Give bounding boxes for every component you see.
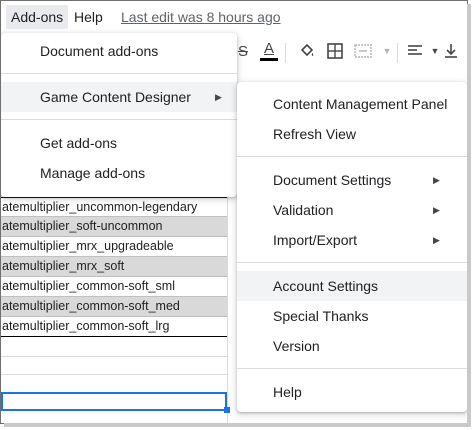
menu-item-label: Document add-ons bbox=[40, 43, 159, 59]
table-row[interactable]: atemultiplier_common-soft_lrg bbox=[1, 317, 227, 337]
toolbar-divider bbox=[285, 43, 286, 63]
text-color-swatch bbox=[260, 58, 278, 61]
menu-addons[interactable]: Add-ons bbox=[6, 5, 69, 29]
strikethrough-glyph: S bbox=[237, 42, 248, 60]
merge-cells-icon[interactable] bbox=[351, 39, 375, 63]
window-shadow bbox=[467, 4, 471, 427]
menu-item-label: Help bbox=[273, 384, 302, 400]
gridline bbox=[1, 374, 227, 375]
menu-item-label: Refresh View bbox=[273, 126, 357, 142]
game-content-designer-submenu: Content Management Panel Refresh View Do… bbox=[237, 82, 467, 412]
addons-menu: Document add-ons Game Content Designer ▶… bbox=[1, 33, 237, 197]
last-edit-link[interactable]: Last edit was 8 hours ago bbox=[121, 5, 281, 29]
menu-item-label: Version bbox=[273, 338, 320, 354]
window-shadow bbox=[4, 423, 471, 427]
table-row[interactable]: atemultiplier_uncommon-legendary bbox=[1, 197, 227, 217]
text-color-glyph: A bbox=[263, 40, 274, 57]
submenu-arrow-icon: ▶ bbox=[215, 92, 222, 102]
menu-item-label: Special Thanks bbox=[273, 308, 369, 324]
menu-item-label: Manage add-ons bbox=[40, 165, 146, 181]
menu-item-document-settings[interactable]: Document Settings ▶ bbox=[237, 165, 467, 195]
menu-item-import-export[interactable]: Import/Export ▶ bbox=[237, 225, 467, 255]
menu-item-validation[interactable]: Validation ▶ bbox=[237, 195, 467, 225]
table-row[interactable]: atemultiplier_mrx_upgradeable bbox=[1, 237, 227, 257]
submenu-arrow-icon: ▶ bbox=[433, 235, 440, 245]
menu-item-label: Account Settings bbox=[273, 278, 379, 294]
menu-item-label: Import/Export bbox=[273, 232, 358, 248]
menu-item-account-settings[interactable]: Account Settings bbox=[237, 271, 467, 301]
menu-item-special-thanks[interactable]: Special Thanks bbox=[237, 301, 467, 331]
menu-item-label: Validation bbox=[273, 202, 334, 218]
submenu-arrow-icon: ▶ bbox=[433, 205, 440, 215]
menu-divider bbox=[1, 119, 237, 120]
menu-item-label: Get add-ons bbox=[40, 135, 118, 151]
menu-item-label: Content Management Panel bbox=[273, 96, 448, 112]
merge-dropdown-icon[interactable]: ▼ bbox=[375, 39, 399, 63]
gridline bbox=[1, 356, 227, 357]
text-color-icon[interactable]: A bbox=[257, 39, 281, 63]
app-window: Add-ons Help Last edit was 8 hours ago S… bbox=[0, 0, 468, 424]
table-row[interactable]: atemultiplier_mrx_soft bbox=[1, 257, 227, 277]
fill-handle[interactable] bbox=[224, 407, 230, 413]
menu-divider bbox=[1, 73, 237, 74]
menu-help[interactable]: Help bbox=[69, 5, 108, 29]
menu-item-version[interactable]: Version bbox=[237, 331, 467, 361]
menu-item-label: Game Content Designer bbox=[40, 89, 191, 105]
menu-item-content-management-panel[interactable]: Content Management Panel bbox=[237, 89, 467, 119]
menu-item-document-addons[interactable]: Document add-ons bbox=[1, 36, 237, 66]
menu-divider bbox=[237, 262, 467, 263]
menu-bar: Add-ons Help Last edit was 8 hours ago bbox=[1, 1, 467, 33]
menu-item-refresh-view[interactable]: Refresh View bbox=[237, 119, 467, 149]
menu-item-get-addons[interactable]: Get add-ons bbox=[1, 128, 237, 158]
menu-item-help[interactable]: Help bbox=[237, 377, 467, 407]
table-row[interactable]: atemultiplier_common-soft_sml bbox=[1, 277, 227, 297]
menu-item-manage-addons[interactable]: Manage add-ons bbox=[1, 158, 237, 188]
menu-divider bbox=[237, 368, 467, 369]
submenu-arrow-icon: ▶ bbox=[433, 175, 440, 185]
menu-item-game-content-designer[interactable]: Game Content Designer ▶ bbox=[1, 82, 237, 112]
selected-cell[interactable] bbox=[1, 392, 227, 411]
menu-divider bbox=[237, 156, 467, 157]
table-row[interactable]: atemultiplier_common-soft_med bbox=[1, 297, 227, 317]
table-row[interactable]: atemultiplier_soft-uncommon bbox=[1, 217, 227, 237]
vertical-align-icon[interactable] bbox=[439, 39, 463, 63]
menu-item-label: Document Settings bbox=[273, 172, 392, 188]
fill-color-icon[interactable] bbox=[295, 39, 319, 63]
borders-icon[interactable] bbox=[323, 39, 347, 63]
toolbar-divider-2 bbox=[397, 43, 398, 63]
